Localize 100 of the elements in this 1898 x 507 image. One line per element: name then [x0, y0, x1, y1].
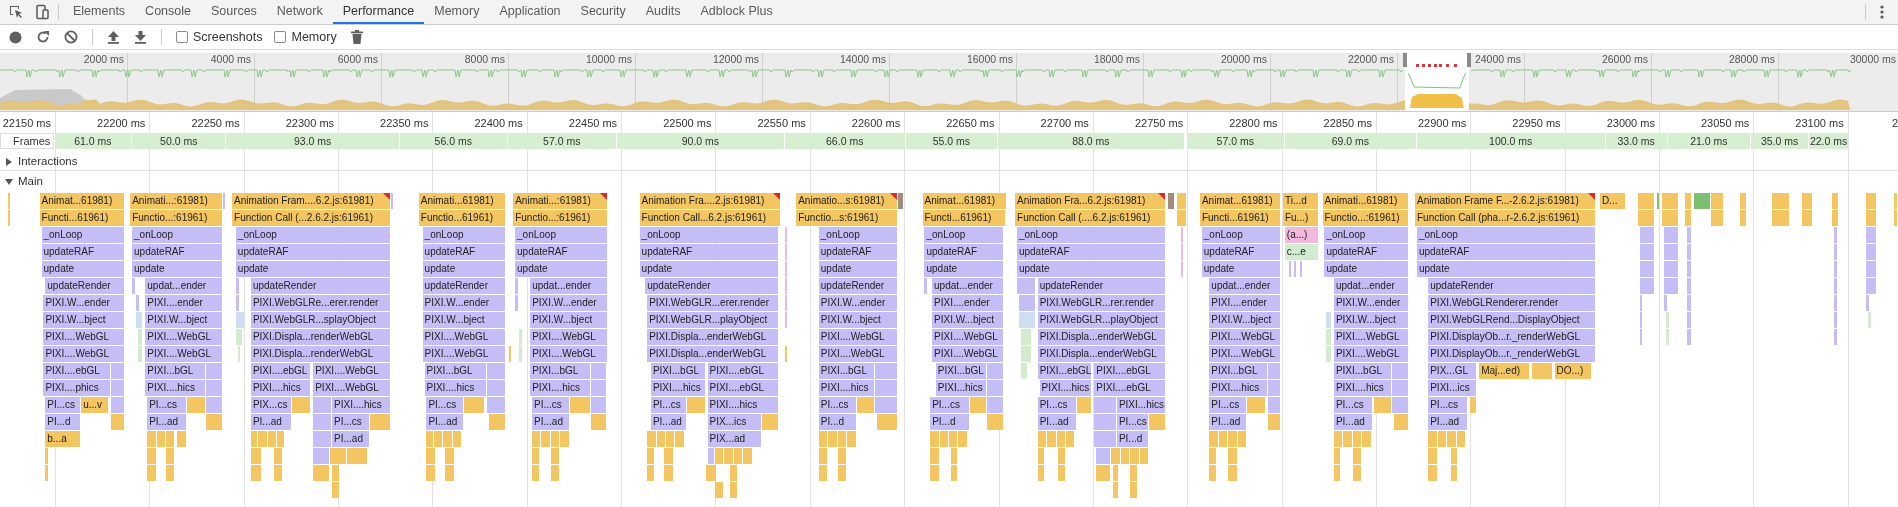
- flame-block[interactable]: Functio...s:61961): [796, 210, 898, 226]
- flame-block[interactable]: PIXI....WebGL: [1209, 329, 1281, 345]
- frame-bar[interactable]: 57.0 ms: [1186, 133, 1284, 149]
- flame-block[interactable]: PI...cs: [650, 397, 686, 413]
- flame-block[interactable]: PIXI....WebGL: [313, 363, 390, 379]
- flame-block[interactable]: updateRAF: [515, 244, 607, 260]
- flame-block[interactable]: PIXI.W...bject: [818, 312, 898, 328]
- flame-block[interactable]: PIXI....hics: [1039, 380, 1092, 396]
- flame-block[interactable]: (a...): [1284, 227, 1318, 243]
- flame-block[interactable]: _onLoop: [1324, 227, 1409, 243]
- flame-block[interactable]: PIXI.WebGLR...playObject: [1037, 312, 1165, 328]
- flame-block[interactable]: _onLoop: [818, 227, 898, 243]
- frame-bar[interactable]: 100.0 ms: [1416, 133, 1605, 149]
- flame-block[interactable]: _onLoop: [41, 227, 124, 243]
- flame-block[interactable]: PI...cs: [1333, 397, 1373, 413]
- frame-bar[interactable]: 56.0 ms: [399, 133, 507, 149]
- flame-block[interactable]: b...a: [45, 431, 81, 447]
- checkbox-label[interactable]: Screenshots: [193, 27, 263, 47]
- flame-block[interactable]: PIXI.W...bject: [1209, 312, 1281, 328]
- flame-block[interactable]: PIXI....WebGL: [818, 329, 898, 345]
- flame-block[interactable]: PIXI...bGL: [1209, 363, 1267, 379]
- flame-block[interactable]: PIXI....hics: [1333, 380, 1392, 396]
- flame-block[interactable]: PI...cs: [1037, 397, 1077, 413]
- flame-block[interactable]: update: [924, 261, 1003, 277]
- flame-block[interactable]: Function Call (....6.2.js:61961): [1015, 210, 1165, 226]
- flame-block[interactable]: updateRAF: [1416, 244, 1596, 260]
- flame-block[interactable]: updateRAF: [132, 244, 222, 260]
- track-label[interactable]: Main: [18, 173, 43, 191]
- flame-block[interactable]: PI...cs: [147, 397, 186, 413]
- flame-block[interactable]: PIXI.W...bject: [530, 312, 607, 328]
- flame-block[interactable]: updateRender: [1037, 278, 1165, 294]
- flame-block[interactable]: PIXI.W...bject: [422, 312, 505, 328]
- flame-block[interactable]: PIXI.W...ender: [43, 295, 124, 311]
- flame-block[interactable]: Animat...61981): [39, 193, 124, 209]
- flame-block[interactable]: PIXI.DisplayOb...r._renderWebGL: [1428, 346, 1596, 362]
- flame-block[interactable]: update: [818, 261, 898, 277]
- frame-bar[interactable]: 88.0 ms: [998, 133, 1184, 149]
- flame-block[interactable]: updateRender: [45, 278, 124, 294]
- flame-block[interactable]: PI...ad: [532, 414, 569, 430]
- flame-block[interactable]: updateRAF: [235, 244, 390, 260]
- track-label[interactable]: Interactions: [18, 152, 78, 171]
- flame-block[interactable]: PIXI....WebGL: [1333, 346, 1409, 362]
- flame-block[interactable]: update: [1016, 261, 1165, 277]
- flame-block[interactable]: PIXI....ender: [932, 295, 1003, 311]
- flame-block[interactable]: PIXI....phics: [43, 380, 111, 396]
- flame-block[interactable]: update: [1201, 261, 1281, 277]
- flame-block[interactable]: PI...cs: [1116, 414, 1148, 430]
- flame-block[interactable]: updateRAF: [1324, 244, 1409, 260]
- flame-block[interactable]: Function Call (...2.6.2.js:61961): [232, 210, 390, 226]
- flame-block[interactable]: Functi...61961): [39, 210, 124, 226]
- flame-block[interactable]: PI...d: [818, 414, 856, 430]
- flame-block[interactable]: PIXI....ender: [1209, 295, 1281, 311]
- flame-block[interactable]: Functio...:61961): [130, 210, 222, 226]
- flame-block[interactable]: PIX...ics: [707, 414, 762, 430]
- flame-block[interactable]: update: [1416, 261, 1596, 277]
- flame-block[interactable]: PI...ad: [1333, 414, 1373, 430]
- flame-block[interactable]: PIXI....hics: [145, 380, 205, 396]
- flame-block[interactable]: updat...ender: [1209, 278, 1281, 294]
- flame-block[interactable]: _onLoop: [1201, 227, 1281, 243]
- flame-block[interactable]: PIXI...bGL: [818, 363, 875, 379]
- flame-block[interactable]: updat...ender: [530, 278, 607, 294]
- flame-block[interactable]: PIXI....WebGL: [818, 346, 898, 362]
- flame-block[interactable]: PI...ad: [1209, 414, 1247, 430]
- flame-block[interactable]: PIXI.DisplayOb...r._renderWebGL: [1428, 329, 1596, 345]
- flame-block[interactable]: PIXI.W...bject: [932, 312, 1003, 328]
- flame-block[interactable]: updateRAF: [41, 244, 124, 260]
- flame-block[interactable]: PI...cs: [45, 397, 81, 413]
- flame-block[interactable]: PIXI....WebGL: [422, 346, 505, 362]
- flame-block[interactable]: PIXI.W...ender: [1333, 295, 1409, 311]
- flame-block[interactable]: PIXI...bGL: [424, 363, 486, 379]
- flame-block[interactable]: updateRAF: [639, 244, 779, 260]
- flame-block[interactable]: PIXI.W...bject: [1333, 312, 1409, 328]
- flame-block[interactable]: PIXI...bGL: [145, 363, 205, 379]
- flame-block[interactable]: PI...ad: [1037, 414, 1077, 430]
- flame-block[interactable]: Functio...61961): [418, 210, 505, 226]
- flame-block[interactable]: PI...d: [45, 414, 81, 430]
- flame-block[interactable]: PIXI.WebGLRe...erer.render: [250, 295, 390, 311]
- flame-block[interactable]: PIXI....hics: [1209, 380, 1267, 396]
- flame-block[interactable]: Functio...:61961): [513, 210, 607, 226]
- flame-block[interactable]: updateRender: [422, 278, 505, 294]
- flame-block[interactable]: PI...cs: [332, 414, 369, 430]
- flame-block[interactable]: updateRAF: [1016, 244, 1165, 260]
- flame-block[interactable]: PIXI....WebGL: [1333, 329, 1409, 345]
- flame-block[interactable]: PIXI....ebGL: [1094, 380, 1165, 396]
- flame-block[interactable]: PIXI....WebGL: [43, 329, 124, 345]
- flame-block[interactable]: PI...cs: [1428, 397, 1467, 413]
- flame-block[interactable]: PI...cs: [930, 397, 969, 413]
- frame-bar[interactable]: 61.0 ms: [54, 133, 132, 149]
- flame-block[interactable]: PIXI.W...bject: [43, 312, 124, 328]
- flame-block[interactable]: PIXI....WebGL: [932, 329, 1003, 345]
- flame-block[interactable]: PIXI.Displa...enderWebGL: [647, 346, 779, 362]
- flame-block[interactable]: PI...cs: [1209, 397, 1247, 413]
- flame-block[interactable]: PIXI.WebGLRend...DisplayObject: [1428, 312, 1596, 328]
- flame-block[interactable]: Animati...:61981): [130, 193, 222, 209]
- flame-block[interactable]: PIXI...ics: [1428, 380, 1477, 396]
- flame-block[interactable]: updat...ender: [145, 278, 222, 294]
- flame-block[interactable]: Animation Fra...6.2.js:61981): [1015, 193, 1165, 209]
- flame-block[interactable]: PIXI...bGL: [650, 363, 705, 379]
- flame-block[interactable]: PIXI.Displa...enderWebGL: [647, 329, 779, 345]
- flame-block[interactable]: PI...ad: [1428, 414, 1467, 430]
